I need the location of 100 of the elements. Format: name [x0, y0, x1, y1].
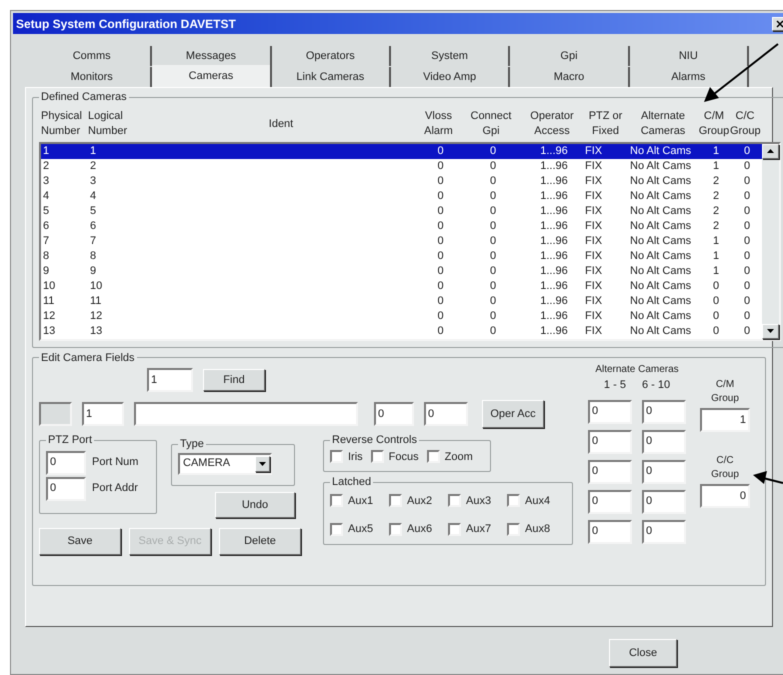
- input-field[interactable]: 0: [642, 430, 686, 454]
- field-label: Port Num: [92, 455, 138, 470]
- checkbox[interactable]: [330, 522, 343, 536]
- input-field[interactable]: 1: [82, 402, 124, 426]
- input-field[interactable]: 0: [588, 430, 632, 454]
- input-field[interactable]: 0: [424, 402, 468, 426]
- checkbox-label: Aux6: [407, 522, 432, 537]
- table-cell: 1...96: [540, 220, 568, 232]
- tab[interactable]: Alarms: [630, 67, 749, 87]
- checkbox[interactable]: [330, 494, 343, 508]
- group-title: Alternate Cameras: [595, 363, 679, 377]
- column-header: Connect Gpi: [470, 108, 512, 138]
- table-cell: FIX: [585, 264, 602, 276]
- camera-row[interactable]: 11 11 0 0 1...96 FIX No Alt Cams 0 0: [41, 294, 762, 308]
- column-header: PTZ or Fixed: [588, 108, 624, 138]
- table-cell: 0: [437, 220, 444, 232]
- table-cell: 0: [490, 190, 496, 202]
- input-field[interactable]: 1: [700, 408, 750, 432]
- camera-row[interactable]: 6 6 0 0 1...96 FIX No Alt Cams 2 0: [41, 218, 762, 234]
- checkbox-label: Zoom: [444, 450, 473, 464]
- checkbox[interactable]: [448, 522, 461, 536]
- checkbox[interactable]: [389, 522, 402, 536]
- table-cell: 0: [490, 234, 496, 246]
- table-cell: 1: [90, 144, 96, 156]
- push-button[interactable]: Undo: [215, 492, 295, 518]
- input-field[interactable]: 0: [46, 476, 86, 500]
- push-button[interactable]: Find: [203, 369, 265, 391]
- table-cell: FIX: [585, 174, 602, 186]
- input-field[interactable]: 0: [588, 490, 632, 514]
- tab[interactable]: Operators: [272, 46, 391, 66]
- close-icon: [776, 20, 783, 28]
- table-cell: 0: [490, 324, 496, 336]
- table-cell: FIX: [585, 234, 602, 246]
- table-cell: 0: [712, 324, 720, 336]
- table-cell: 0: [744, 190, 750, 202]
- camera-row[interactable]: 12 12 0 0 1...96 FIX No Alt Cams 0 0: [41, 308, 762, 324]
- checkbox[interactable]: [370, 450, 384, 464]
- input-field[interactable]: 0: [700, 484, 750, 508]
- checkbox-label: Aux1: [348, 494, 374, 508]
- camera-row[interactable]: 8 8 0 0 1...96 FIX No Alt Cams 1 0: [41, 248, 762, 264]
- push-button[interactable]: Close: [609, 639, 677, 667]
- input-field[interactable]: 0: [642, 490, 686, 514]
- checkbox[interactable]: [507, 494, 520, 508]
- table-cell: 0: [490, 264, 496, 276]
- checkbox[interactable]: [426, 450, 440, 464]
- input-field[interactable]: 0: [588, 520, 632, 544]
- input-field[interactable]: 0: [642, 400, 686, 424]
- tab[interactable]: Cameras: [152, 65, 272, 87]
- field-label: C/C Group: [711, 454, 739, 482]
- field-label: C/M Group: [711, 378, 739, 406]
- column-header: Logical Number: [87, 108, 128, 138]
- table-cell: 0: [437, 234, 444, 246]
- input-field[interactable]: [134, 402, 358, 426]
- table-cell: 1...96: [540, 310, 568, 322]
- type-dropdown[interactable]: CAMERA: [178, 452, 272, 474]
- camera-row[interactable]: 13 13 0 0 1...96 FIX No Alt Cams 0 0: [41, 324, 762, 338]
- input-field[interactable]: 0: [642, 520, 686, 544]
- table-cell: 0: [712, 280, 720, 292]
- camera-row[interactable]: 3 3 0 0 1...96 FIX No Alt Cams 2 0: [41, 174, 762, 188]
- camera-row[interactable]: 7 7 0 0 1...96 FIX No Alt Cams 1 0: [41, 234, 762, 248]
- table-cell: 2: [90, 160, 96, 172]
- table-cell: 1: [712, 160, 720, 172]
- checkbox[interactable]: [507, 522, 520, 536]
- table-cell: No Alt Cams: [630, 294, 692, 306]
- input-field[interactable]: 0: [374, 402, 414, 426]
- table-cell: 10: [90, 280, 102, 292]
- camera-row[interactable]: 5 5 0 0 1...96 FIX No Alt Cams 2 0: [41, 204, 762, 218]
- input-field[interactable]: 1: [147, 368, 193, 392]
- table-cell: 9: [90, 264, 96, 276]
- callout-arrow: [753, 471, 783, 484]
- table-cell: 0: [490, 160, 496, 172]
- input-field[interactable]: 0: [46, 450, 86, 474]
- input-field[interactable]: 0: [588, 460, 632, 484]
- checkbox[interactable]: [389, 494, 402, 508]
- table-cell: 1: [712, 234, 720, 246]
- camera-row[interactable]: 4 4 0 0 1...96 FIX No Alt Cams 2 0: [41, 188, 762, 204]
- checkbox[interactable]: [448, 494, 461, 508]
- push-button[interactable]: Save: [39, 528, 121, 555]
- push-button[interactable]: Oper Acc: [482, 400, 544, 428]
- camera-row[interactable]: 1 1 0 0 1...96 FIX No Alt Cams 1 0: [41, 144, 762, 158]
- scrollbar[interactable]: [762, 144, 779, 338]
- push-button[interactable]: Delete: [219, 528, 301, 555]
- camera-row[interactable]: 9 9 0 0 1...96 FIX No Alt Cams 1 0: [41, 264, 762, 278]
- checkbox[interactable]: [330, 450, 343, 464]
- table-cell: 12: [43, 310, 56, 322]
- group-title: Defined Cameras: [40, 90, 128, 105]
- group-title: Edit Camera Fields: [40, 350, 136, 366]
- table-cell: No Alt Cams: [630, 310, 692, 322]
- table-cell: No Alt Cams: [630, 174, 692, 186]
- input-field[interactable]: 0: [642, 460, 686, 484]
- table-cell: 0: [744, 280, 750, 292]
- tab[interactable]: NIU: [630, 46, 749, 66]
- camera-row[interactable]: 10 10 0 0 1...96 FIX No Alt Cams 0 0: [41, 278, 762, 294]
- table-cell: 5: [90, 204, 96, 216]
- column-header: Ident: [268, 116, 294, 132]
- input-field[interactable]: 0: [588, 400, 632, 424]
- table-cell: 0: [490, 250, 496, 262]
- table-cell: FIX: [585, 310, 602, 322]
- camera-row[interactable]: 2 2 0 0 1...96 FIX No Alt Cams 1 0: [41, 158, 762, 174]
- table-cell: FIX: [585, 144, 602, 156]
